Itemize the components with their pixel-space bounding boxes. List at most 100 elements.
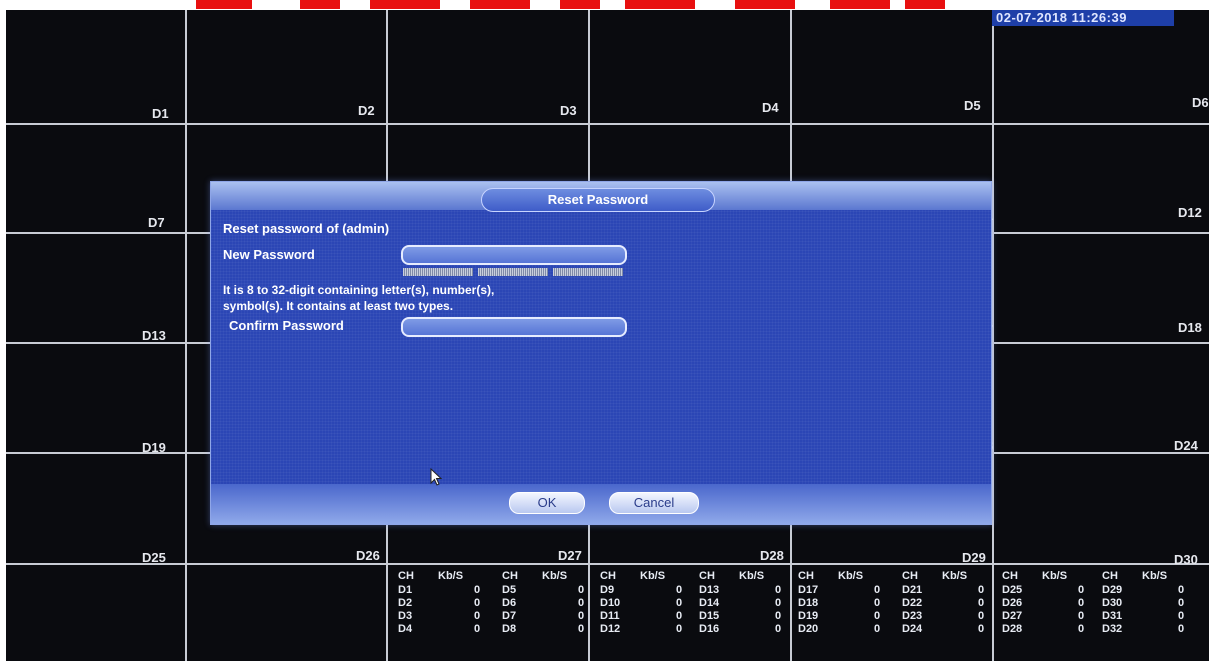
bitrate-channel: D26 (1002, 597, 1023, 609)
password-hint-line2: symbol(s). It contains at least two type… (223, 299, 454, 313)
bitrate-channel: D30 (1102, 597, 1123, 609)
bitrate-channel: D10 (600, 597, 621, 609)
reset-heading: Reset password of (admin) (223, 221, 390, 236)
bitrate-channel: D31 (1102, 610, 1123, 622)
bitrate-channel: D19 (798, 610, 819, 622)
channel-label-d28: D28 (760, 548, 784, 563)
channel-label-d7: D7 (148, 215, 165, 230)
bitrate-channel: D16 (699, 623, 720, 635)
channel-label-d26: D26 (356, 548, 380, 563)
bitrate-header-ch: CH (902, 570, 918, 582)
bitrate-value: 0 (775, 623, 782, 635)
cancel-button[interactable]: Cancel (609, 492, 699, 514)
bitrate-channel: D8 (502, 623, 517, 635)
bitrate-channel: D21 (902, 584, 923, 596)
bitrate-value: 0 (474, 623, 481, 635)
channel-label-d24: D24 (1174, 438, 1198, 453)
channel-label-d6: D6 (1192, 95, 1209, 110)
bitrate-channel: D22 (902, 597, 923, 609)
mouse-pointer-icon (430, 468, 443, 486)
dvr-screen: 02-07-2018 11:26:39 D1 D2 D3 D4 D5 D6 D7… (6, 10, 1209, 661)
bitrate-value: 0 (978, 584, 985, 596)
bitrate-channel: D5 (502, 584, 517, 596)
dialog-button-bar (211, 484, 991, 524)
bitrate-value: 0 (1178, 610, 1185, 622)
bitrate-channel: D15 (699, 610, 720, 622)
bitrate-channel: D4 (398, 623, 413, 635)
bitrate-header-kbs: Kb/S (1042, 570, 1068, 582)
bitrate-channel: D14 (699, 597, 720, 609)
confirm-password-input[interactable] (401, 317, 627, 337)
channel-label-d27: D27 (558, 548, 582, 563)
channel-label-d4: D4 (762, 100, 779, 115)
new-password-input[interactable] (401, 245, 627, 265)
bitrate-value: 0 (775, 597, 782, 609)
bitrate-channel: D11 (600, 610, 620, 622)
grid-line (6, 123, 1209, 125)
channel-label-d29: D29 (962, 550, 986, 565)
bitrate-channel: D13 (699, 584, 720, 596)
bitrate-channel: D20 (798, 623, 819, 635)
bitrate-value: 0 (1178, 623, 1185, 635)
channel-label-d13: D13 (142, 328, 166, 343)
channel-label-d18: D18 (1178, 320, 1202, 335)
bitrate-channel: D25 (1002, 584, 1023, 596)
bitrate-header-ch: CH (1102, 570, 1118, 582)
bitrate-value: 0 (978, 610, 985, 622)
bitrate-channel: D29 (1102, 584, 1123, 596)
bitrate-value: 0 (978, 623, 985, 635)
bitrate-value: 0 (1078, 610, 1085, 622)
bitrate-value: 0 (474, 610, 481, 622)
bitrate-value: 0 (874, 584, 881, 596)
bitrate-header-ch: CH (398, 570, 414, 582)
bitrate-header-kbs: Kb/S (1142, 570, 1168, 582)
bitrate-channel: D17 (798, 584, 819, 596)
bitrate-channel: D27 (1002, 610, 1023, 622)
new-password-label: New Password (223, 247, 315, 262)
bitrate-value: 0 (578, 597, 585, 609)
channel-label-d30: D30 (1174, 552, 1198, 567)
bitrate-value: 0 (1178, 584, 1185, 596)
confirm-password-label: Confirm Password (229, 318, 344, 333)
bitrate-value: 0 (1178, 597, 1185, 609)
bitrate-header-kbs: Kb/S (542, 570, 568, 582)
channel-label-d3: D3 (560, 103, 577, 118)
bitrate-value: 0 (676, 623, 683, 635)
bitrate-header-kbs: Kb/S (640, 570, 666, 582)
bitrate-header-ch: CH (502, 570, 518, 582)
channel-label-d19: D19 (142, 440, 166, 455)
bitrate-channel: D1 (398, 584, 413, 596)
bitrate-header-ch: CH (1002, 570, 1018, 582)
channel-label-d5: D5 (964, 98, 981, 113)
password-strength-bar-weak (403, 268, 473, 276)
bitrate-value: 0 (775, 584, 782, 596)
bitrate-channel: D2 (398, 597, 413, 609)
bitrate-value: 0 (676, 610, 683, 622)
bitrate-value: 0 (578, 584, 585, 596)
password-strength-bar-medium (478, 268, 548, 276)
dialog-title: Reset Password (481, 188, 715, 212)
ok-button[interactable]: OK (509, 492, 585, 514)
bitrate-channel: D7 (502, 610, 517, 622)
bitrate-value: 0 (874, 623, 881, 635)
bitrate-channel: D24 (902, 623, 923, 635)
bitrate-value: 0 (676, 584, 683, 596)
bitrate-channel: D28 (1002, 623, 1023, 635)
grid-line (6, 563, 1209, 565)
channel-label-d12: D12 (1178, 205, 1202, 220)
bitrate-channel: D32 (1102, 623, 1123, 635)
channel-label-d25: D25 (142, 550, 166, 565)
bitrate-channel: D18 (798, 597, 819, 609)
bitrate-value: 0 (874, 610, 881, 622)
bitrate-value: 0 (1078, 623, 1085, 635)
bitrate-header-kbs: Kb/S (739, 570, 765, 582)
bitrate-header-ch: CH (699, 570, 715, 582)
datetime-display: 02-07-2018 11:26:39 (992, 10, 1174, 26)
bitrate-value: 0 (578, 623, 585, 635)
channel-label-d1: D1 (152, 106, 169, 121)
bitrate-value: 0 (874, 597, 881, 609)
bitrate-channel: D9 (600, 584, 615, 596)
bitrate-value: 0 (474, 597, 481, 609)
bitrate-header-ch: CH (600, 570, 616, 582)
bitrate-value: 0 (578, 610, 585, 622)
